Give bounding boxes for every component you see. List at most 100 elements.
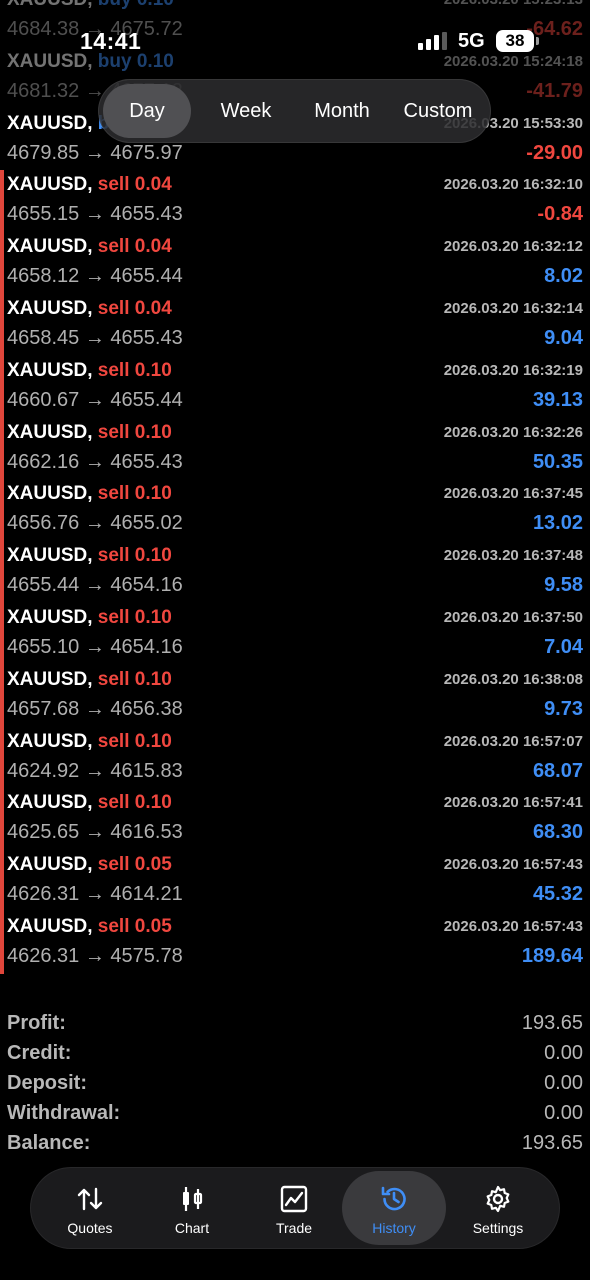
deal-side: sell (97, 792, 130, 814)
deal-symbol-name: XAUUSD, (7, 483, 93, 505)
deal-time: 2026.03.20 16:57:43 (443, 918, 583, 935)
bottom-tab-bar: Quotes Chart Trade History Settings (30, 1167, 560, 1249)
deal-prices: 4657.68 → 4656.38 (7, 697, 183, 720)
deal-prices: 4658.12 → 4655.44 (7, 265, 183, 288)
trade-chart-icon (280, 1185, 308, 1213)
deal-profit: 68.30 (532, 821, 583, 844)
deal-profit: 50.35 (532, 450, 583, 473)
tab-label: Chart (174, 1220, 210, 1236)
deal-profit: -29.00 (526, 141, 583, 164)
deal-volume: 0.10 (134, 359, 172, 381)
deal-volume: 0.10 (134, 545, 172, 567)
deal-symbol-name: XAUUSD, (7, 916, 93, 937)
period-tab-custom[interactable]: Custom (390, 79, 486, 143)
sell-marker (0, 232, 4, 295)
tab-trade[interactable]: Trade (242, 1167, 346, 1249)
summary-label: Balance: (7, 1132, 91, 1154)
summary-label: Withdrawal: (7, 1102, 121, 1124)
deal-symbol: XAUUSD, sell 0.10 (7, 792, 172, 814)
deal-symbol: XAUUSD, sell 0.10 (7, 545, 172, 567)
deal-row[interactable]: XAUUSD, sell 0.04 2026.03.20 16:32:14 4658… (0, 294, 590, 356)
deal-row[interactable]: XAUUSD, sell 0.10 2026.03.20 16:57:07 4624… (0, 726, 590, 789)
sell-marker (0, 664, 4, 727)
deal-profit: 13.02 (532, 512, 583, 535)
deal-side: sell (97, 545, 130, 567)
deal-symbol-name: XAUUSD, (7, 730, 93, 752)
tab-label: History (372, 1220, 416, 1236)
tab-chart[interactable]: Chart (140, 1167, 244, 1249)
deal-time: 2026.03.20 16:37:48 (443, 547, 583, 565)
deal-time: 2026.03.20 16:57:43 (443, 856, 583, 874)
deal-profit: 8.02 (544, 265, 583, 288)
summary-label: Deposit: (7, 1072, 87, 1094)
deal-time: 2026.03.20 16:38:08 (443, 670, 583, 688)
deal-row[interactable]: XAUUSD, sell 0.10 2026.03.20 16:32:19 4660… (0, 355, 590, 418)
sell-marker (0, 850, 4, 913)
tab-settings[interactable]: Settings (446, 1167, 550, 1249)
deal-row[interactable]: XAUUSD, sell 0.05 2026.03.20 16:57:43 4626… (0, 850, 590, 913)
candlestick-icon (183, 1187, 203, 1211)
history-clock-icon (381, 1186, 406, 1211)
period-tab-day[interactable]: Day (103, 84, 191, 138)
deal-symbol-name: XAUUSD, (7, 421, 93, 443)
deal-profit: 7.04 (544, 636, 583, 658)
tab-quotes[interactable]: Quotes (38, 1167, 142, 1249)
deal-symbol: XAUUSD, sell 0.10 (7, 669, 172, 691)
deal-symbol: XAUUSD, sell 0.10 (7, 731, 172, 753)
deal-profit: 189.64 (521, 945, 583, 967)
deal-row[interactable]: XAUUSD, sell 0.10 2026.03.20 16:37:48 4655… (0, 541, 590, 604)
deal-volume: 0.10 (134, 730, 172, 752)
deal-side: sell (97, 730, 130, 752)
period-selector: Day Week Month Custom (98, 79, 491, 143)
deal-time: 2026.03.20 16:32:12 (443, 238, 583, 256)
deal-row[interactable]: XAUUSD, sell 0.10 2026.03.20 16:38:08 4657… (0, 664, 590, 727)
deal-symbol-name: XAUUSD, (7, 359, 93, 381)
cellular-signal-icon (418, 32, 447, 50)
deal-time: 2026.03.20 16:32:14 (443, 300, 583, 317)
deal-symbol: XAUUSD, sell 0.05 (7, 854, 172, 876)
deal-row[interactable]: XAUUSD, sell 0.05 2026.03.20 16:57:43 4626… (0, 912, 590, 974)
deal-volume: 0.05 (134, 854, 172, 876)
summary-value: 0.00 (544, 1072, 583, 1094)
deal-side: sell (97, 607, 130, 628)
deal-profit: 9.58 (544, 574, 583, 597)
deal-symbol-name: XAUUSD, (7, 607, 93, 628)
deal-symbol: XAUUSD, sell 0.10 (7, 607, 172, 629)
deal-symbol-name: XAUUSD, (7, 668, 93, 690)
deal-side: sell (97, 854, 130, 876)
tab-label: Trade (275, 1220, 313, 1236)
summary-value: 193.65 (521, 1132, 583, 1154)
deal-time: 2026.03.20 16:32:10 (443, 176, 583, 194)
deal-profit: 9.73 (544, 697, 583, 720)
deal-row[interactable]: XAUUSD, sell 0.04 2026.03.20 16:32:10 4655… (0, 170, 590, 233)
deal-row[interactable]: XAUUSD, sell 0.10 2026.03.20 16:32:26 4662… (0, 417, 590, 480)
deal-time: 2026.03.20 16:32:26 (443, 423, 583, 441)
period-tab-month[interactable]: Month (294, 79, 390, 143)
deal-symbol-name: XAUUSD, (7, 236, 93, 258)
deal-row[interactable]: XAUUSD, sell 0.10 2026.03.20 16:37:50 4655… (0, 603, 590, 665)
deal-volume: 0.10 (134, 483, 172, 505)
deal-time: 2026.03.20 16:57:07 (443, 732, 583, 750)
deal-row[interactable]: XAUUSD, sell 0.10 2026.03.20 16:57:41 4625… (0, 788, 590, 851)
summary-row-withdrawal: Withdrawal: 0.00 (0, 1100, 590, 1130)
deal-side: sell (97, 916, 130, 937)
deal-profit: 9.04 (544, 327, 583, 349)
deal-volume: 0.10 (134, 668, 172, 690)
tab-history[interactable]: History (342, 1171, 446, 1245)
sell-marker (0, 170, 4, 233)
sell-marker (0, 541, 4, 604)
deal-prices: 4660.67 → 4655.44 (7, 388, 183, 411)
deal-symbol: XAUUSD, sell 0.04 (7, 174, 172, 196)
deal-prices: 4624.92 → 4615.83 (7, 759, 183, 782)
deal-symbol-name: XAUUSD, (7, 112, 93, 134)
deal-row[interactable]: XAUUSD, sell 0.04 2026.03.20 16:32:12 4658… (0, 232, 590, 295)
deal-symbol: XAUUSD, sell 0.10 (7, 360, 172, 382)
deal-prices: 4656.76 → 4655.02 (7, 512, 183, 535)
deal-prices: 4655.44 → 4654.16 (7, 574, 183, 597)
deal-prices: 4658.45 → 4655.43 (7, 327, 183, 349)
period-tab-week[interactable]: Week (198, 79, 294, 143)
deal-profit: 68.07 (532, 759, 583, 782)
deal-row[interactable]: XAUUSD, sell 0.10 2026.03.20 16:37:45 4656… (0, 479, 590, 542)
summary-value: 193.65 (521, 1012, 583, 1034)
deal-symbol: XAUUSD, sell 0.10 (7, 483, 172, 505)
